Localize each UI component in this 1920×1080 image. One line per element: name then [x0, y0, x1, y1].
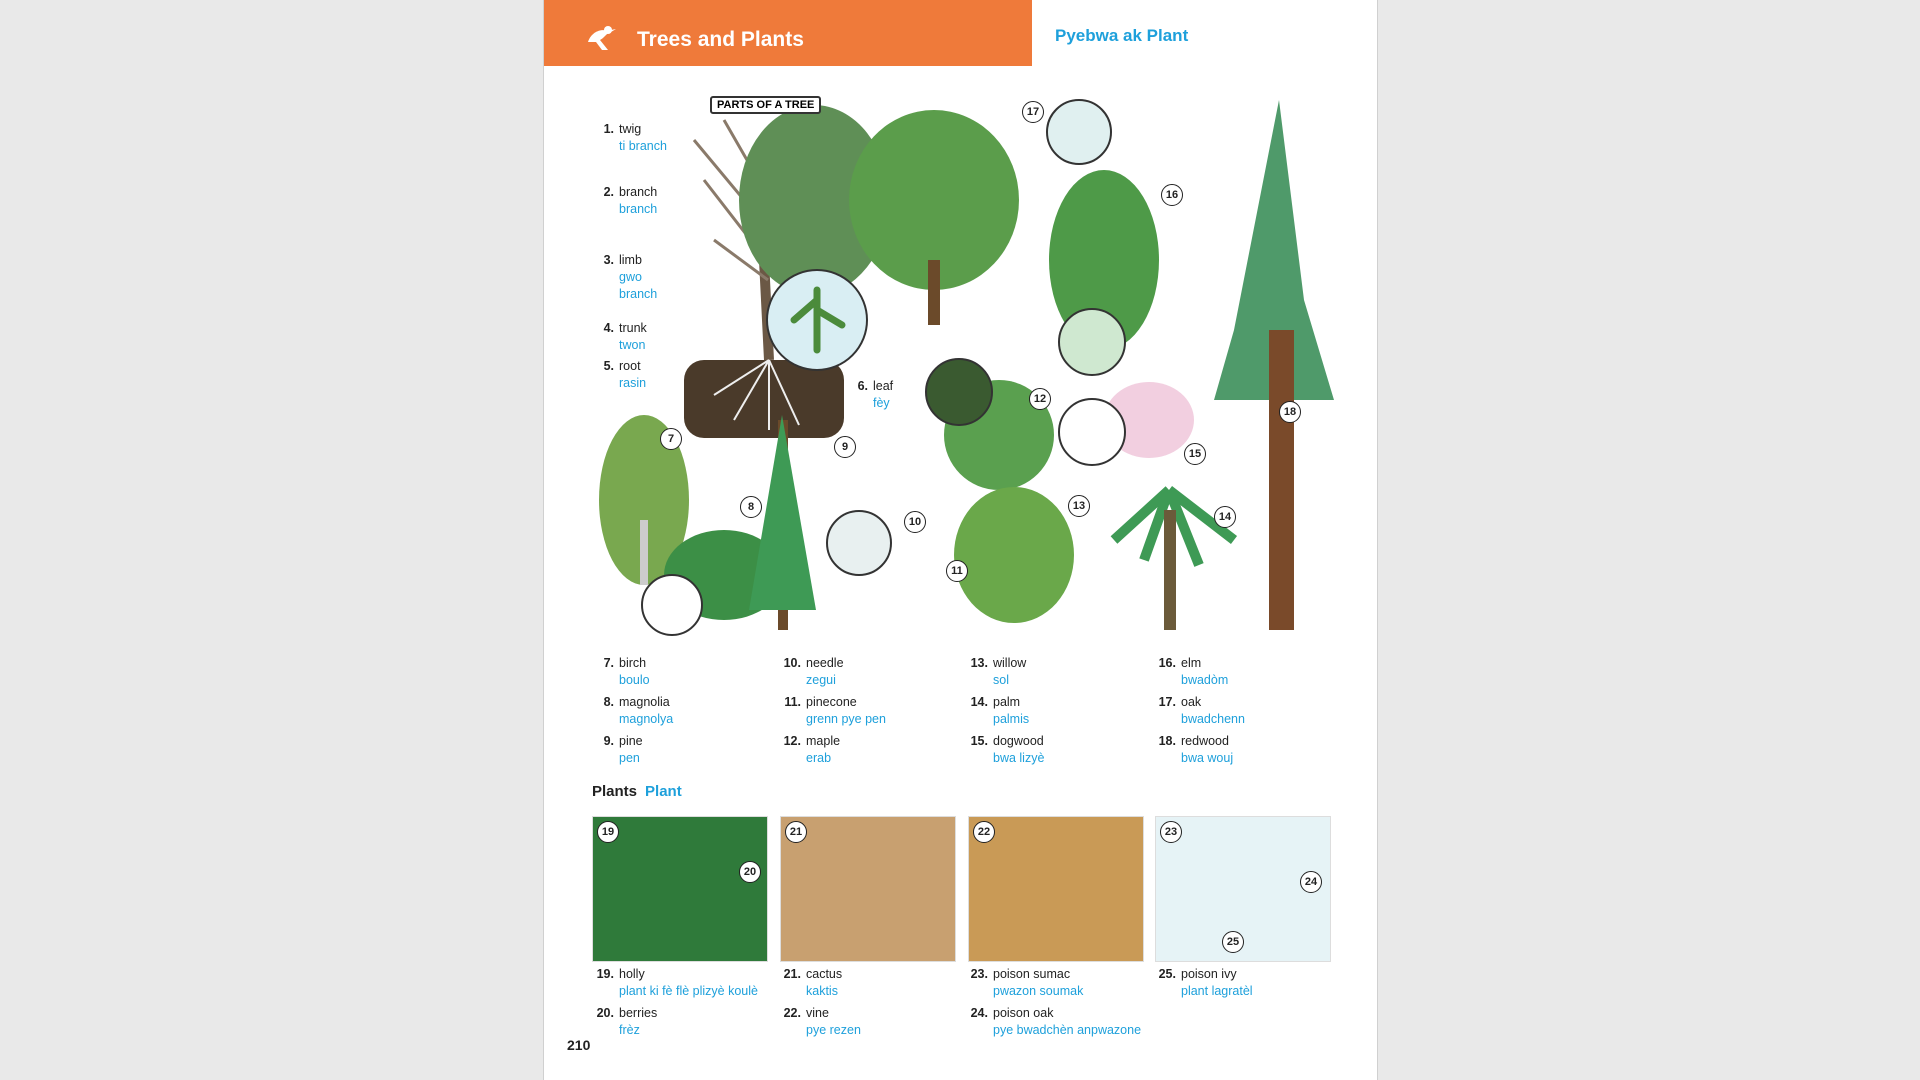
list-item: 8. magnolia magnolya [603, 695, 674, 726]
list-item: 12. maple erab [783, 734, 841, 765]
list-item: 15. dogwood bwa lizyè [970, 734, 1045, 765]
list-item: 23. poison sumac pwazon soumak [970, 967, 1084, 998]
callout-number: 10 [904, 511, 926, 533]
callout-number: 18 [1279, 401, 1301, 423]
list-item: 20. berries frèz [596, 1006, 658, 1037]
list-item: 7. birch boulo [603, 656, 650, 687]
page-number: 210 [567, 1037, 591, 1053]
list-item: 17. oak bwadchenn [1158, 695, 1245, 726]
list-item: 21. cactus kaktis [783, 967, 843, 998]
list-item: 2. branch branch [603, 185, 658, 216]
callout-number: 9 [834, 436, 856, 458]
list-item: 11. pinecone grenn pye pen [784, 695, 886, 726]
textbook-page: Trees and Plants Pyebwa ak Plant PARTS O… [544, 0, 1377, 1080]
plant-panel-cactus: 21 [780, 816, 956, 962]
callout-number: 13 [1068, 495, 1090, 517]
list-item: 22. vine pye rezen [783, 1006, 861, 1037]
plant-panel-poison: 23 24 25 [1155, 816, 1331, 962]
callout-number: 15 [1184, 443, 1206, 465]
callout-number: 8 [740, 496, 762, 518]
callout-number: 16 [1161, 184, 1183, 206]
list-item: 1. twig ti branch [603, 122, 667, 153]
parts-of-tree-label: PARTS OF A TREE [710, 96, 822, 114]
callout-number: 20 [739, 861, 761, 883]
callout-number: 7 [660, 428, 682, 450]
list-item: 9. pine pen [603, 734, 643, 765]
list-item: 24. poison oak pye bwadchèn anpwazone [970, 1006, 1142, 1037]
list-item: 10. needle zegui [783, 656, 844, 687]
callout-number: 23 [1160, 821, 1182, 843]
callout-number: 12 [1029, 388, 1051, 410]
callout-number: 24 [1300, 871, 1322, 893]
list-item: 6. leaf fèy [857, 379, 894, 410]
list-item: 13. willow sol [970, 656, 1027, 687]
plant-panel-holly: 19 20 [592, 816, 768, 962]
plant-panel-vine: 22 [968, 816, 1144, 962]
callout-number: 21 [785, 821, 807, 843]
list-item: 3. limb gwo branch [603, 253, 658, 301]
callout-number: 25 [1222, 931, 1244, 953]
callout-number: 22 [973, 821, 995, 843]
plants-heading: Plants Plant [592, 783, 682, 800]
list-item: 25. poison ivy plant lagratèl [1158, 967, 1253, 998]
list-item: 14. palm palmis [970, 695, 1030, 726]
callout-number: 19 [597, 821, 619, 843]
callout-number: 17 [1022, 101, 1044, 123]
list-item: 5. root rasin [603, 359, 647, 390]
list-item: 19. holly plant ki fè flè plizyè koulè [596, 967, 758, 998]
callout-number: 11 [946, 560, 968, 582]
list-item: 18. redwood bwa wouj [1158, 734, 1234, 765]
callout-number: 14 [1214, 506, 1236, 528]
list-item: 4. trunk twon [603, 321, 647, 352]
list-item: 16. elm bwadòm [1158, 656, 1229, 687]
